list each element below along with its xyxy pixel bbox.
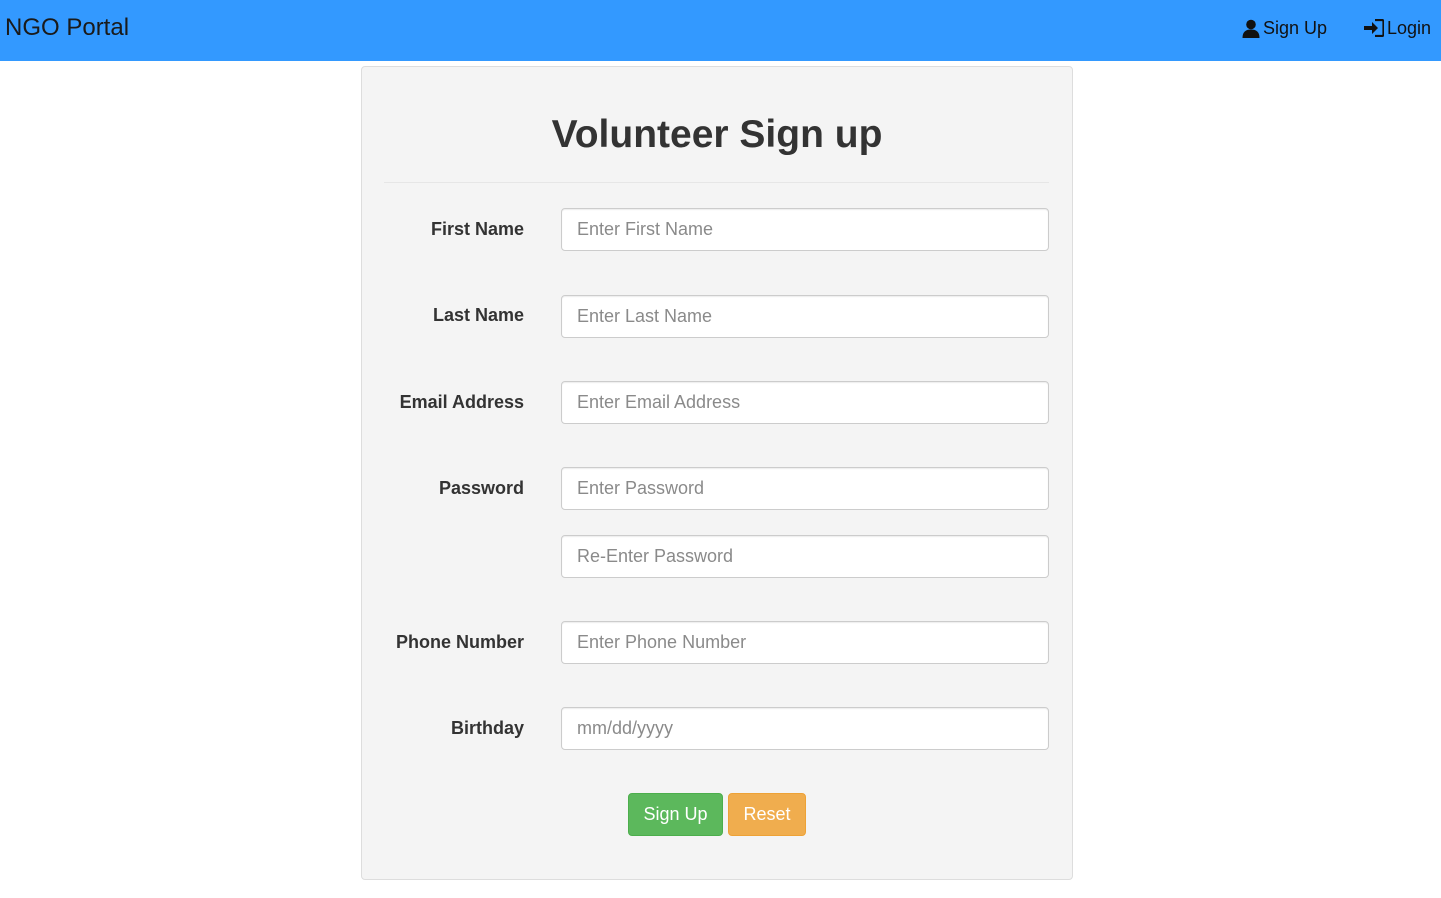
first-name-label: First Name	[430, 219, 524, 239]
password-label: Password	[438, 478, 524, 498]
log-in-icon	[1364, 19, 1384, 37]
nav-login-link[interactable]: Login	[1364, 16, 1431, 40]
brand-link[interactable]: NGO Portal	[5, 13, 129, 43]
email-label: Email Address	[399, 392, 524, 412]
navbar: NGO Portal Sign Up Login	[0, 0, 1441, 61]
last-name-input[interactable]	[561, 295, 1049, 338]
reset-button[interactable]: Reset	[728, 793, 806, 836]
birthday-input[interactable]	[561, 707, 1049, 750]
nav-login-label: Login	[1387, 18, 1432, 38]
nav-signup-label: Sign Up	[1263, 18, 1328, 38]
email-input[interactable]	[561, 381, 1049, 424]
nav-signup-link[interactable]: Sign Up	[1242, 16, 1327, 40]
birthday-label: Birthday	[450, 718, 524, 738]
phone-input[interactable]	[561, 621, 1049, 664]
phone-label: Phone Number	[395, 632, 524, 652]
reenter-password-input[interactable]	[561, 535, 1049, 578]
last-name-label: Last Name	[432, 305, 524, 325]
signup-button[interactable]: Sign Up	[628, 793, 723, 836]
page-title: Volunteer Sign up	[551, 113, 883, 156]
first-name-input[interactable]	[561, 208, 1049, 251]
password-input[interactable]	[561, 467, 1049, 510]
title-divider	[384, 182, 1049, 183]
signup-panel: Volunteer Sign up First Name Last Name E…	[361, 66, 1073, 880]
user-icon	[1242, 19, 1260, 38]
